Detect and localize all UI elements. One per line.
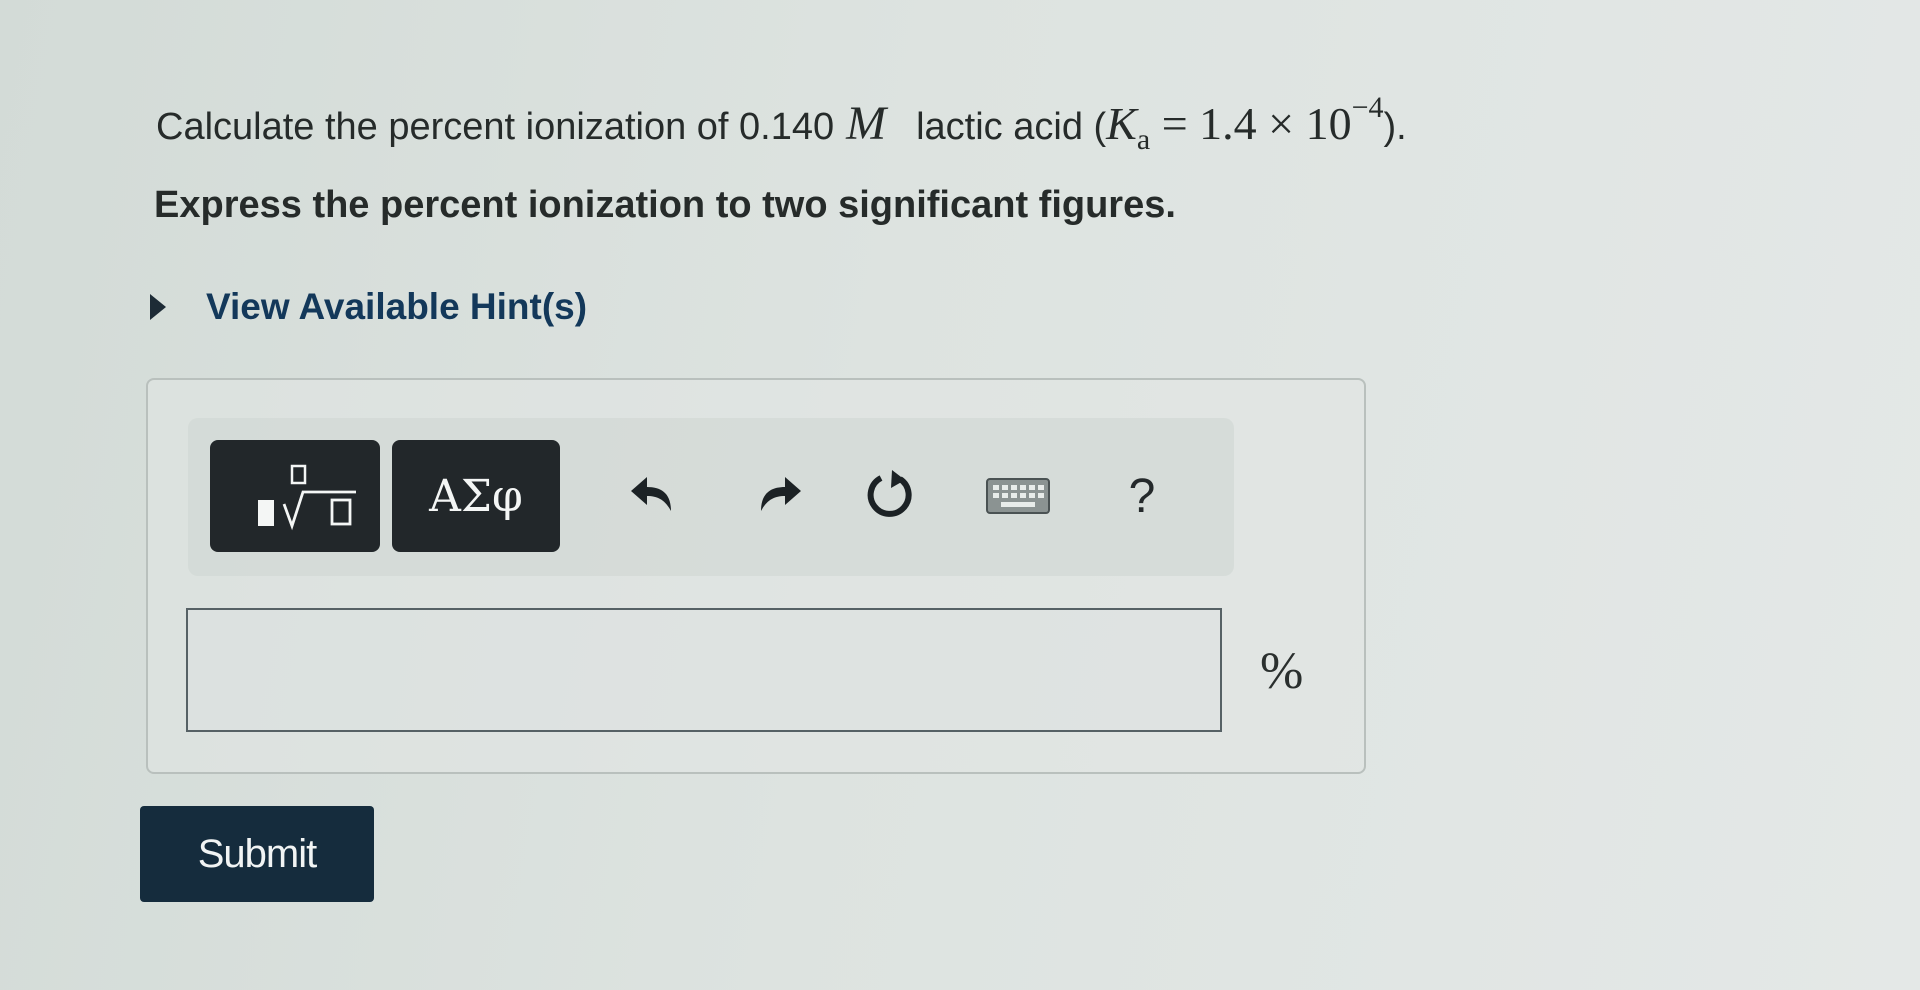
undo-button[interactable]: [606, 440, 702, 552]
redo-button[interactable]: [730, 440, 826, 552]
ka-symbol: K: [1106, 98, 1137, 149]
instruction-text: Express the percent ionization to two si…: [154, 184, 1176, 226]
keyboard-button[interactable]: [970, 440, 1066, 552]
math-templates-icon: [258, 464, 356, 531]
question-text: Calculate the percent ionization of 0.14…: [156, 91, 1407, 156]
greek-symbols-button[interactable]: ΑΣφ: [392, 440, 560, 552]
hint-label: View Available Hint(s): [206, 286, 588, 327]
reset-icon: [867, 470, 912, 517]
redo-icon: [761, 477, 801, 511]
answer-input[interactable]: [186, 608, 1222, 732]
view-hints-toggle[interactable]: View Available Hint(s): [150, 286, 587, 328]
question-prefix: Calculate the percent ionization of 0.14…: [156, 106, 835, 148]
submit-button[interactable]: Submit: [140, 806, 374, 902]
ka-exponent: −4: [1351, 91, 1384, 124]
triangle-right-icon: [150, 294, 166, 320]
answer-panel: ΑΣφ ? %: [146, 378, 1366, 774]
ka-subscript: a: [1136, 123, 1151, 156]
molarity-unit: M: [846, 97, 887, 150]
percent-unit-label: %: [1260, 643, 1304, 700]
ka-value: = 1.4 × 10: [1150, 98, 1352, 149]
question-suffix: ).: [1383, 106, 1407, 148]
undo-icon: [631, 477, 671, 511]
help-button[interactable]: ?: [1094, 440, 1190, 552]
acid-name: lactic acid (: [916, 106, 1107, 148]
keyboard-icon: [986, 478, 1050, 514]
math-templates-button[interactable]: [210, 440, 380, 552]
reset-button[interactable]: [842, 440, 938, 552]
